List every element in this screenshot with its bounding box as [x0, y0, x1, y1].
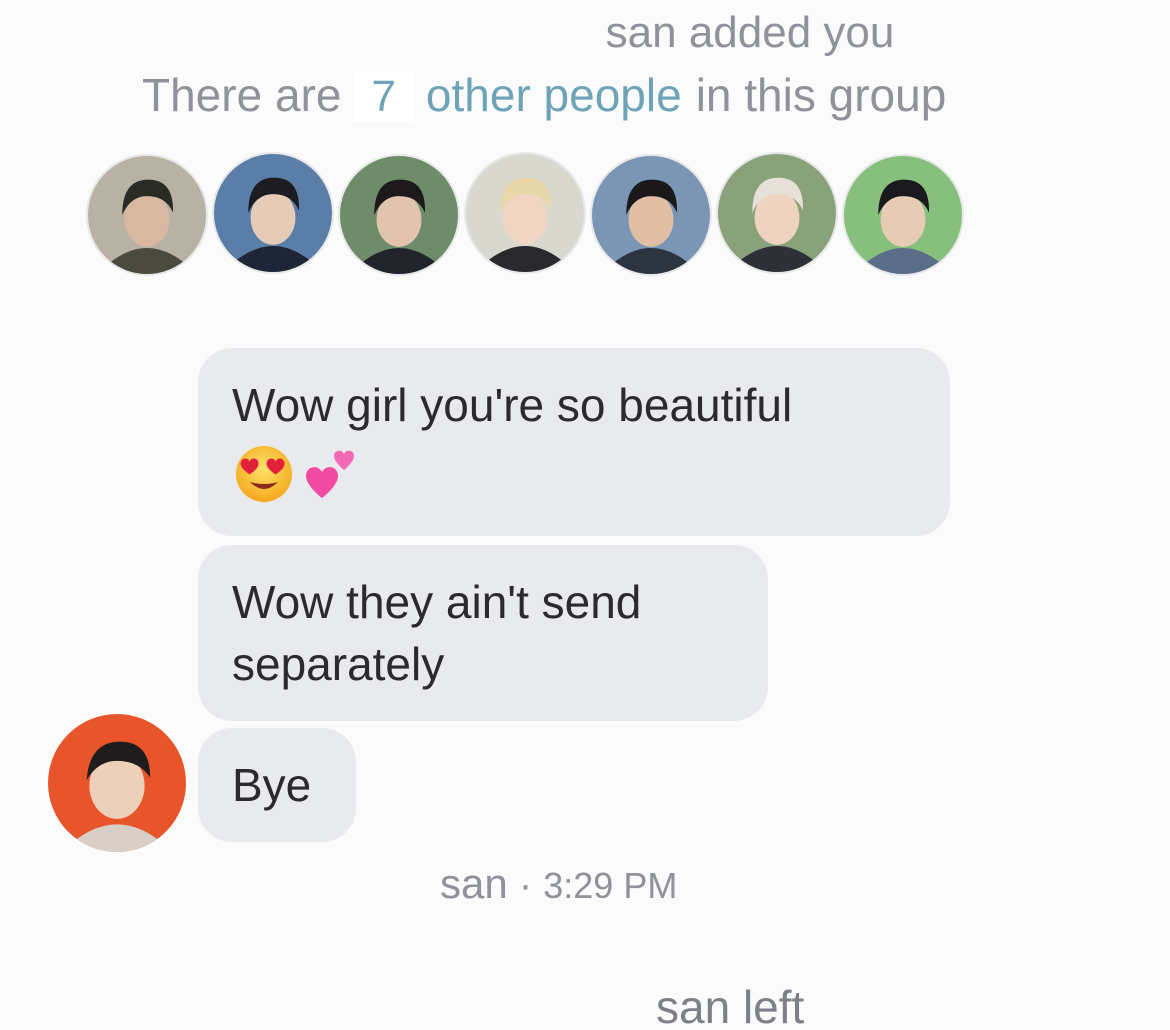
message-bubble[interactable]: Bye [198, 728, 356, 842]
avatar-image [214, 154, 332, 272]
added-text: san added you [605, 8, 895, 57]
message-text: Wow they ain't send separately [232, 576, 642, 690]
emoji-row [232, 442, 916, 506]
left-text: san left [656, 981, 805, 1030]
member-avatar[interactable] [86, 154, 208, 276]
message-bubble[interactable]: Wow girl you're so beautiful [198, 348, 950, 536]
heart-eyes-emoji [236, 446, 292, 502]
other-people-link[interactable]: other people [426, 68, 682, 122]
avatar-image [718, 154, 836, 272]
meta-separator: · [507, 863, 544, 907]
message-text: Bye [232, 759, 312, 811]
member-avatar[interactable] [590, 154, 712, 276]
group-prefix: There are [142, 69, 342, 121]
avatar-image [592, 156, 710, 274]
member-avatar[interactable] [842, 154, 964, 276]
avatar-image [844, 156, 962, 274]
group-chat-screen: san added you There are 7 other people i… [0, 0, 1170, 1030]
member-avatar[interactable] [464, 152, 586, 274]
member-count: 7 [353, 72, 414, 122]
two-hearts-emoji [306, 450, 354, 498]
member-avatar[interactable] [212, 152, 334, 274]
avatar-image [466, 154, 584, 272]
message-text: Wow girl you're so beautiful [232, 379, 793, 431]
sender-avatar[interactable] [48, 714, 186, 852]
avatar-image [340, 156, 458, 274]
member-avatar[interactable] [716, 152, 838, 274]
system-message-group-info: There are 7 other people in this group [142, 68, 946, 122]
message-bubble[interactable]: Wow they ain't send separately [198, 545, 768, 721]
message-meta: san · 3:29 PM [440, 860, 677, 908]
member-avatar[interactable] [338, 154, 460, 276]
avatar-image [48, 714, 186, 852]
avatar-image [88, 156, 206, 274]
system-message-left: san left [656, 980, 804, 1030]
sender-name: san [440, 860, 508, 907]
system-message-added: san added you [0, 8, 1170, 58]
message-time: 3:29 PM [543, 865, 678, 906]
group-suffix: in this group [695, 69, 947, 121]
